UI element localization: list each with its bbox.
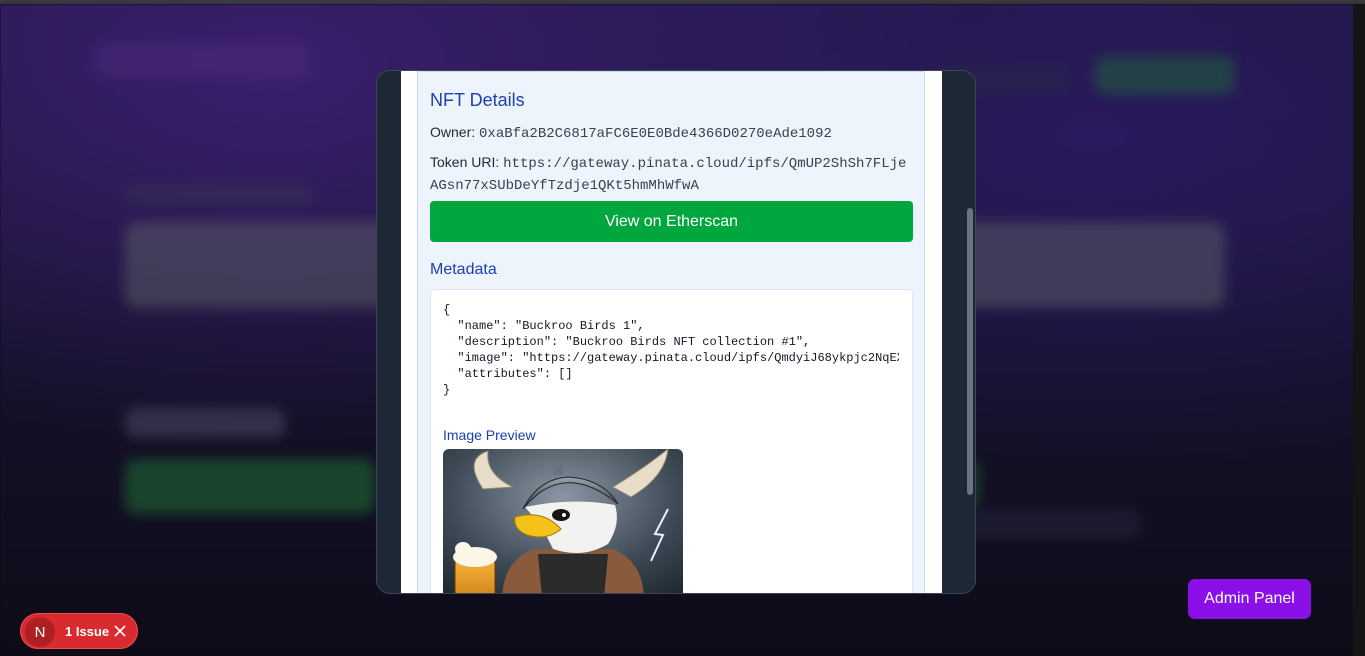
admin-panel-button[interactable]: Admin Panel [1188, 579, 1311, 619]
nextjs-logo-icon[interactable]: N [25, 617, 55, 647]
blurred-connect-button [1095, 56, 1235, 94]
view-on-etherscan-button[interactable]: View on Etherscan [430, 201, 913, 242]
blurred-mint-button [125, 459, 375, 514]
nft-details-card: NFT Details Owner: 0xaBfa2B2C6817aFC6E0E… [417, 71, 925, 593]
modal-scrollbar-thumb[interactable] [967, 208, 973, 495]
nft-image-preview [443, 449, 683, 593]
owner-address: 0xaBfa2B2C6817aFC6E0E0Bde4366D0270eAde10… [479, 126, 832, 142]
owner-row: Owner: 0xaBfa2B2C6817aFC6E0E0Bde4366D027… [430, 124, 914, 142]
token-uri-value: https://gateway.pinata.cloud/ipfs/QmUP2S… [430, 156, 907, 194]
image-preview-label: Image Preview [443, 427, 536, 443]
page-scrollbar[interactable] [1353, 4, 1365, 656]
metadata-json: { "name": "Buckroo Birds 1", "descriptio… [443, 303, 899, 397]
blurred-heading [125, 184, 315, 204]
close-icon[interactable] [113, 624, 127, 638]
nft-details-title: NFT Details [430, 90, 525, 110]
dev-issues-indicator[interactable]: N 1 Issue [20, 613, 138, 649]
metadata-box: { "name": "Buckroo Birds 1", "descriptio… [430, 289, 913, 593]
nft-details-modal: NFT Details Owner: 0xaBfa2B2C6817aFC6E0E… [376, 70, 976, 594]
modal-content: NFT Details Owner: 0xaBfa2B2C6817aFC6E0E… [401, 71, 942, 593]
metadata-title: Metadata [430, 261, 497, 278]
token-uri-label: Token URI: [430, 154, 500, 170]
issues-count-label[interactable]: 1 Issue [65, 624, 109, 639]
token-uri-row: Token URI: https://gateway.pinata.cloud/… [430, 152, 910, 196]
owner-label: Owner: [430, 124, 476, 140]
blurred-subheading [125, 408, 285, 438]
blurred-logo [95, 42, 310, 78]
